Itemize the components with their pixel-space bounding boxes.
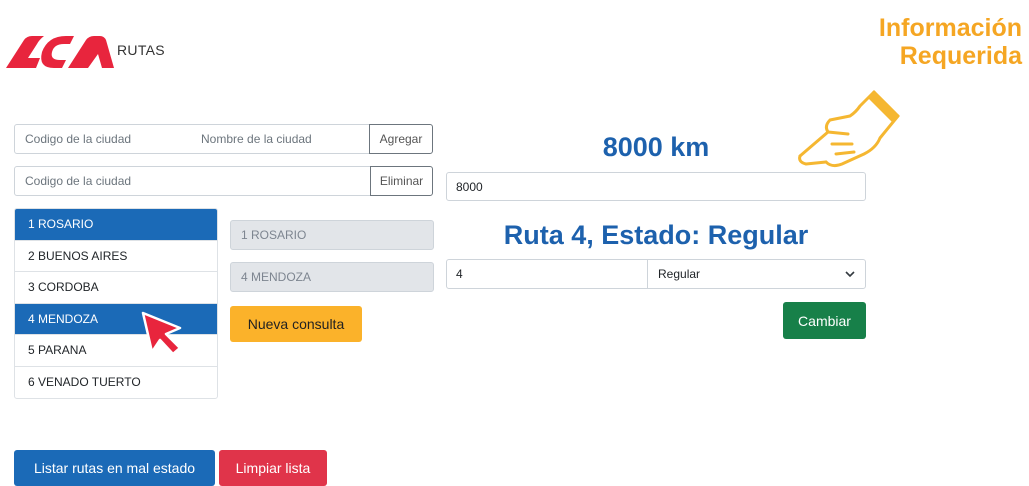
list-item[interactable]: 4 MENDOZA [15,303,217,335]
list-item[interactable]: 1 ROSARIO [15,209,217,241]
chevron-down-icon [845,271,855,278]
change-button[interactable]: Cambiar [783,302,866,339]
list-bad-routes-button[interactable]: Listar rutas en mal estado [14,450,215,486]
distance-value: 8000 [456,179,483,194]
route-state-value: Regular [658,267,701,281]
aca-logo-icon [6,36,114,68]
info-note-line2: Requerida [899,42,1022,70]
route-number-value: 4 [456,267,463,281]
destination-field: 4 MENDOZA [230,262,434,292]
new-query-button[interactable]: Nueva consulta [230,306,362,342]
list-item[interactable]: 3 CORDOBA [15,272,217,304]
city-name-input[interactable]: Nombre de la ciudad [191,124,370,154]
red-arrow-cursor-icon [141,311,182,356]
city-list: 1 ROSARIO 2 BUENOS AIRES 3 CORDOBA 4 MEN… [14,208,218,399]
city-code-placeholder: Codigo de la ciudad [25,132,132,146]
route-state-select[interactable]: Regular [647,259,866,289]
distance-input[interactable]: 8000 [446,172,866,201]
delete-button[interactable]: Eliminar [370,166,433,196]
delete-city-code-input[interactable]: Codigo de la ciudad [14,166,371,196]
info-note-line1: Información [878,14,1022,42]
list-item[interactable]: 2 BUENOS AIRES [15,241,217,272]
city-code-input[interactable]: Codigo de la ciudad [14,124,192,154]
delete-city-code-placeholder: Codigo de la ciudad [25,174,132,188]
add-button[interactable]: Agregar [369,124,433,154]
distance-heading: 8000 km [602,132,710,162]
info-note: Información Requerida [850,14,1022,70]
origin-field: 1 ROSARIO [230,220,434,250]
list-item[interactable]: 5 PARANA [15,335,217,367]
destination-value: 4 MENDOZA [241,270,312,284]
clear-list-button[interactable]: Limpiar lista [219,450,327,486]
route-number-input[interactable]: 4 [446,259,648,289]
city-name-placeholder: Nombre de la ciudad [201,132,312,146]
brand-title: RUTAS [117,42,165,58]
origin-value: 1 ROSARIO [241,228,307,242]
route-heading: Ruta 4, Estado: Regular [503,220,809,250]
list-item[interactable]: 6 VENADO TUERTO [15,367,217,399]
